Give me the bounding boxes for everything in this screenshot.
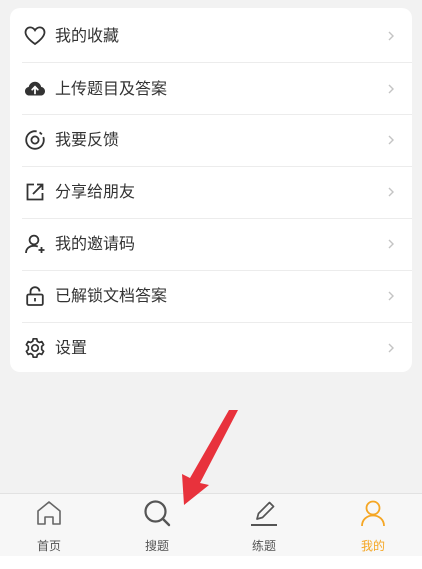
unlock-icon (23, 284, 47, 308)
home-icon (34, 498, 64, 528)
tab-search[interactable]: 搜题 (127, 494, 187, 556)
profile-icon (358, 498, 388, 528)
tab-label: 我的 (360, 539, 385, 553)
menu-item-unlocked-docs[interactable]: 已解锁文档答案 (10, 270, 412, 322)
gear-icon (23, 336, 47, 360)
menu-item-favorites[interactable]: 我的收藏 (10, 10, 412, 62)
tab-mine[interactable]: 我的 (343, 494, 403, 556)
menu-item-label: 设置 (55, 338, 88, 357)
chevron-right-icon (384, 185, 398, 199)
heart-icon (23, 24, 47, 48)
menu-item-invite-code[interactable]: 我的邀请码 (10, 218, 412, 270)
chevron-right-icon (384, 82, 398, 96)
tab-label: 首页 (36, 539, 61, 553)
menu-item-label: 我要反馈 (55, 130, 120, 149)
menu-item-label: 我的收藏 (55, 26, 120, 45)
menu-card: 我的收藏 上传题目及答案 我要反馈 分享给朋友 我的邀请码 已解锁文档答案 设置 (10, 8, 412, 372)
chevron-right-icon (384, 341, 398, 355)
chevron-right-icon (384, 237, 398, 251)
user-add-icon (23, 232, 47, 256)
chevron-right-icon (384, 29, 398, 43)
tab-home[interactable]: 首页 (19, 494, 79, 556)
menu-item-label: 已解锁文档答案 (55, 286, 168, 305)
chevron-right-icon (384, 133, 398, 147)
menu-item-label: 分享给朋友 (55, 182, 136, 201)
tab-label: 练题 (251, 539, 276, 553)
feedback-icon (23, 128, 47, 152)
tab-label: 搜题 (144, 539, 169, 553)
menu-item-feedback[interactable]: 我要反馈 (10, 114, 412, 166)
cloud-upload-icon (23, 77, 47, 101)
menu-item-label: 上传题目及答案 (55, 79, 168, 98)
menu-item-upload[interactable]: 上传题目及答案 (10, 63, 412, 115)
pencil-icon (249, 498, 279, 528)
menu-item-label: 我的邀请码 (55, 234, 136, 253)
bottom-tab-bar: 首页 搜题 练题 我的 (0, 493, 422, 556)
menu-item-settings[interactable]: 设置 (10, 322, 412, 374)
menu-item-share[interactable]: 分享给朋友 (10, 166, 412, 218)
search-icon (142, 498, 172, 528)
bottom-strip (0, 556, 422, 569)
chevron-right-icon (384, 289, 398, 303)
share-icon (23, 180, 47, 204)
tab-practice[interactable]: 练题 (234, 494, 294, 556)
